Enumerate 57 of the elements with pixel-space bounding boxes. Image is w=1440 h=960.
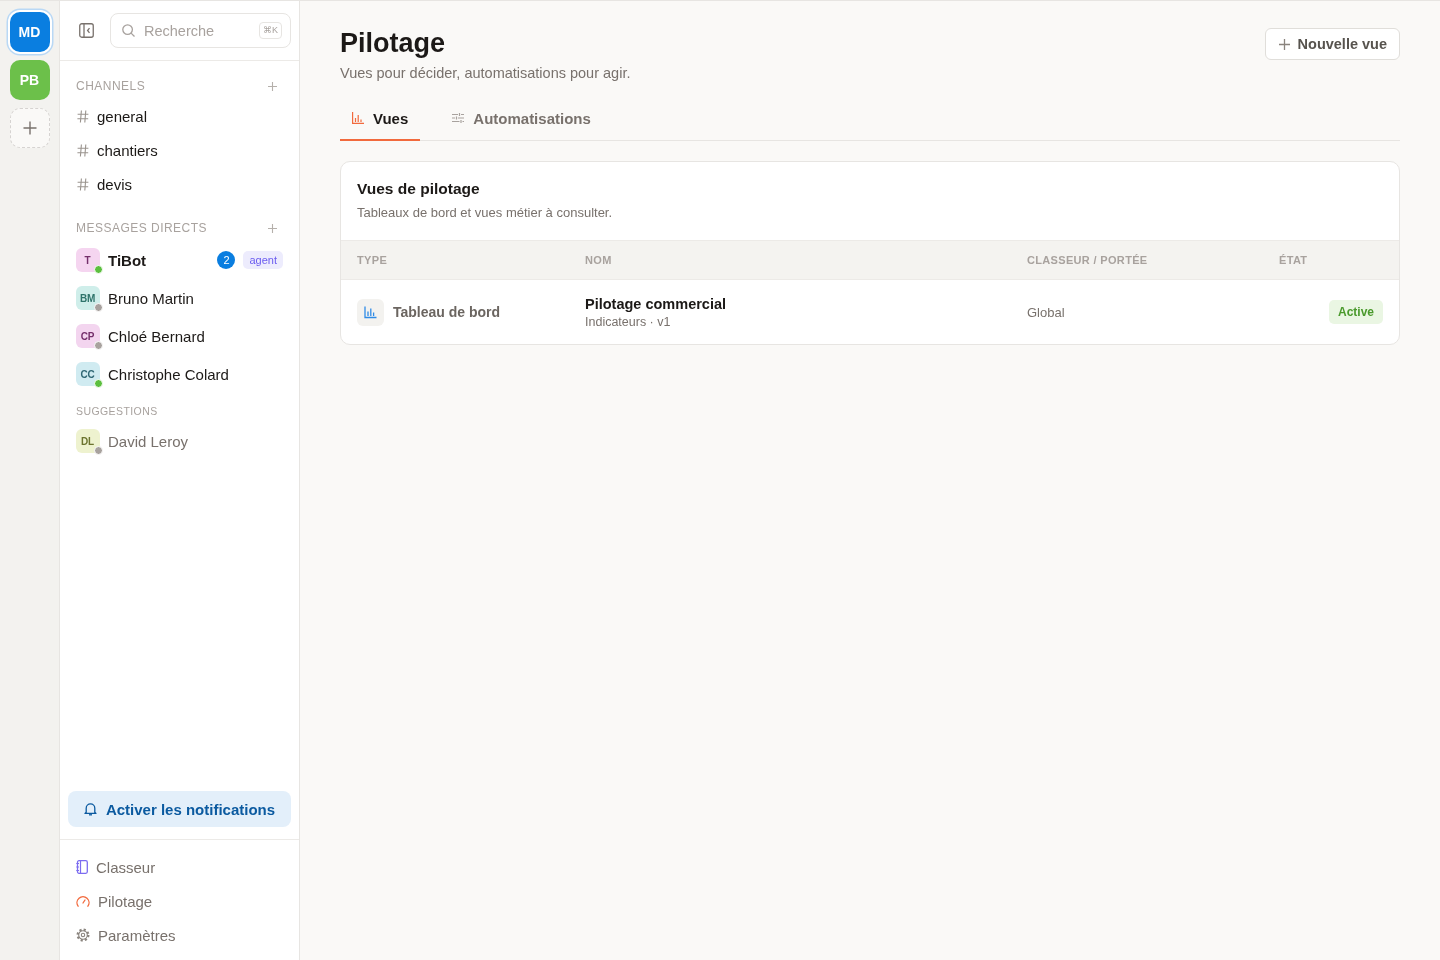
hash-icon — [77, 177, 89, 191]
section-heading: MESSAGES DIRECTS — [76, 221, 208, 235]
section-heading: CHANNELS — [76, 79, 146, 93]
column-header: TYPE — [357, 254, 388, 266]
plus-icon[interactable] — [268, 81, 277, 91]
unread-count: 2 — [217, 251, 236, 269]
page-subtitle: Vues pour décider, automatisations pour agir. — [340, 64, 631, 83]
channel-item[interactable]: devis — [76, 167, 283, 201]
tab[interactable]: Vues — [340, 97, 421, 141]
status-badge: Active — [1328, 300, 1383, 324]
hash-icon — [77, 109, 89, 123]
avatar: CC — [76, 362, 100, 386]
direct-message-item[interactable]: T TiBot 2 agent — [76, 241, 283, 279]
view-meta: Indicateurs · v1 — [585, 314, 671, 329]
avatar: DL — [76, 429, 100, 453]
column-header: CLASSEUR / PORTÉE — [1027, 254, 1148, 266]
nav-item[interactable]: Classeur — [76, 850, 283, 884]
bar-chart-icon — [352, 112, 364, 124]
avatar: T — [76, 248, 100, 272]
sidebar-toggle-icon[interactable] — [79, 23, 94, 38]
agent-tag: agent — [243, 251, 283, 269]
sliders-icon — [452, 113, 465, 123]
column-header: ÉTAT — [1279, 254, 1308, 266]
gauge-icon — [76, 895, 90, 907]
card-title: Vues de pilotage — [357, 179, 481, 199]
avatar: BM — [76, 286, 100, 310]
page-title: Pilotage — [340, 27, 447, 59]
nav-item[interactable]: Pilotage — [76, 884, 283, 918]
plus-icon — [22, 121, 37, 135]
direct-message-item[interactable]: BM Bruno Martin — [76, 279, 283, 317]
channel-item[interactable]: general — [76, 99, 283, 133]
workspace-button[interactable]: MD — [9, 12, 50, 52]
direct-message-item[interactable]: CP Chloé Bernard — [76, 317, 283, 355]
tab[interactable]: Automatisations — [440, 97, 603, 141]
view-name[interactable]: Pilotage commercial — [585, 295, 727, 312]
settings-icon — [76, 928, 90, 942]
column-header: NOM — [585, 254, 612, 266]
bell-icon — [83, 802, 97, 816]
plus-icon — [1278, 38, 1290, 50]
enable-notifications-button[interactable]: Activer les notifications — [68, 791, 291, 827]
section-heading: SUGGESTIONS — [76, 405, 158, 417]
hash-icon — [77, 143, 89, 157]
new-view-button[interactable]: Nouvelle vue — [1264, 28, 1400, 60]
card-description: Tableaux de bord et vues métier à consulter. — [357, 204, 614, 222]
nav-item[interactable]: Paramètres — [76, 918, 283, 952]
table-cell: Tableau de bord — [393, 304, 501, 320]
avatar: CP — [76, 324, 100, 348]
notebook-icon — [76, 860, 88, 874]
shortcut-hint: ⌘K — [259, 22, 282, 39]
table-cell: Global — [1027, 304, 1065, 320]
add-workspace-button[interactable] — [9, 108, 50, 148]
direct-message-item[interactable]: CC Christophe Colard — [76, 355, 283, 393]
plus-icon[interactable] — [268, 223, 277, 233]
bar-chart-icon — [357, 298, 384, 326]
suggestion-item[interactable]: DL David Leroy — [76, 422, 283, 460]
channel-item[interactable]: chantiers — [76, 133, 283, 167]
search-icon — [122, 24, 135, 37]
